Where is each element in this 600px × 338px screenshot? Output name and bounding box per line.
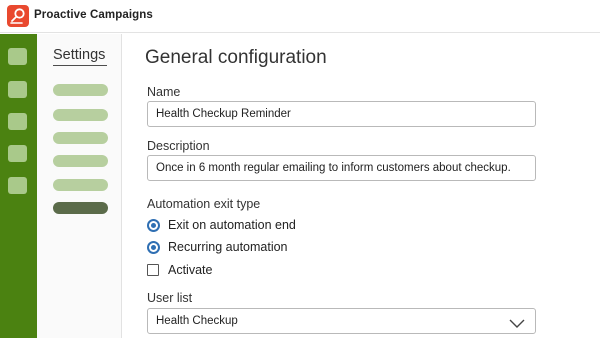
general-configuration-panel: General configuration Name Health Checku… xyxy=(122,34,600,338)
activate-label: Activate xyxy=(168,263,213,277)
name-value: Health Checkup Reminder xyxy=(156,108,291,120)
settings-nav-item-5[interactable] xyxy=(53,179,108,191)
exit-type-label: Automation exit type xyxy=(147,197,261,211)
rail-button-1[interactable] xyxy=(8,48,27,65)
settings-title-underline xyxy=(53,65,107,66)
user-list-select[interactable]: Health Checkup xyxy=(147,308,536,334)
settings-nav-item-1[interactable] xyxy=(53,84,108,96)
settings-nav-item-2[interactable] xyxy=(53,109,108,121)
checkbox-unchecked-icon[interactable] xyxy=(147,264,159,276)
app-title: Proactive Campaigns xyxy=(34,9,153,21)
description-label: Description xyxy=(147,139,210,153)
chevron-down-icon[interactable] xyxy=(509,316,525,334)
campaign-pin-icon xyxy=(7,5,29,27)
rail-button-3[interactable] xyxy=(8,113,27,130)
title-bar: Proactive Campaigns xyxy=(0,0,600,33)
rail-button-2[interactable] xyxy=(8,81,27,98)
page-title: General configuration xyxy=(145,47,327,68)
name-label: Name xyxy=(147,85,181,99)
radio-selected-icon[interactable] xyxy=(147,219,160,232)
settings-title: Settings xyxy=(53,47,106,63)
description-value: Once in 6 month regular emailing to info… xyxy=(156,162,511,174)
settings-nav-item-4[interactable] xyxy=(53,155,108,167)
settings-nav-item-3[interactable] xyxy=(53,132,108,144)
user-list-value: Health Checkup xyxy=(156,315,238,327)
rail-button-4[interactable] xyxy=(8,145,27,162)
name-field[interactable]: Health Checkup Reminder xyxy=(147,101,536,127)
radio-selected-icon[interactable] xyxy=(147,241,160,254)
left-rail xyxy=(0,34,37,338)
user-list-label: User list xyxy=(147,291,193,305)
description-field[interactable]: Once in 6 month regular emailing to info… xyxy=(147,155,536,181)
recurring-automation-label: Recurring automation xyxy=(168,240,288,254)
settings-pane: Settings xyxy=(37,34,122,338)
rail-button-5[interactable] xyxy=(8,177,27,194)
exit-on-automation-end-label: Exit on automation end xyxy=(168,218,296,232)
settings-nav-item-6-active[interactable] xyxy=(53,202,108,214)
